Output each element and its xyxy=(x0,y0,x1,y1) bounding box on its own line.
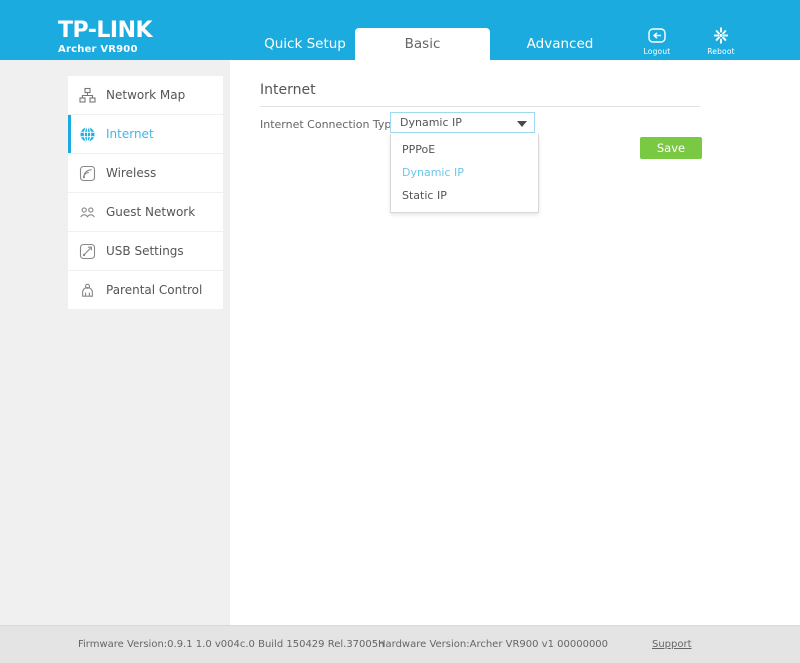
logout-icon xyxy=(636,26,678,46)
option-dynamic-ip[interactable]: Dynamic IP xyxy=(391,161,538,184)
connection-type-label: Internet Connection Type: xyxy=(260,118,402,131)
tab-basic[interactable]: Basic xyxy=(355,28,490,60)
brand-name: TP-LINK xyxy=(58,18,153,43)
sidebar-item-network-map[interactable]: Network Map xyxy=(68,76,223,114)
sidebar-item-wireless[interactable]: Wireless xyxy=(68,154,223,192)
sidebar-item-guest-network[interactable]: Guest Network xyxy=(68,193,223,231)
tab-advanced[interactable]: Advanced xyxy=(495,28,625,60)
chevron-down-icon xyxy=(517,120,527,127)
tab-quick-setup[interactable]: Quick Setup xyxy=(240,28,370,60)
connection-type-value: Dynamic IP xyxy=(400,116,462,129)
save-button[interactable]: Save xyxy=(640,137,702,159)
connection-type-dropdown-list: PPPoE Dynamic IP Static IP xyxy=(390,134,539,213)
option-static-ip[interactable]: Static IP xyxy=(391,184,538,207)
connection-type-select[interactable]: Dynamic IP xyxy=(390,112,535,133)
brand-logo: TP-LINK Archer VR900 xyxy=(58,20,208,57)
router-admin-page: TP-LINK Archer VR900 Quick Setup Basic A… xyxy=(0,0,800,663)
reboot-button[interactable]: Reboot xyxy=(700,26,742,56)
hardware-version: Hardware Version:Archer VR900 v1 0000000… xyxy=(378,639,609,650)
page-header: TP-LINK Archer VR900 Quick Setup Basic A… xyxy=(0,0,800,60)
page-title: Internet xyxy=(260,82,316,98)
sidebar-item-usb-settings[interactable]: USB Settings xyxy=(68,232,223,270)
header-actions: Logout Reboot xyxy=(636,26,742,56)
page-footer: Firmware Version:0.9.1 1.0 v004c.0 Build… xyxy=(0,625,800,663)
sidebar-item-parental-control[interactable]: Parental Control xyxy=(68,271,223,309)
sidebar-item-label: Guest Network xyxy=(106,205,196,219)
sidebar-item-label: USB Settings xyxy=(106,244,184,258)
parental-control-icon xyxy=(68,271,106,309)
sidebar-item-label: Parental Control xyxy=(106,283,203,297)
brand-model: Archer VR900 xyxy=(58,44,138,55)
sidebar: Network Map Internet Wireless Guest Netw… xyxy=(0,60,230,625)
wireless-signal-icon xyxy=(68,154,106,192)
guest-network-icon xyxy=(68,193,106,231)
sidebar-menu: Network Map Internet Wireless Guest Netw… xyxy=(68,76,223,310)
sidebar-item-internet[interactable]: Internet xyxy=(68,115,223,153)
sidebar-item-label: Internet xyxy=(106,127,154,141)
sidebar-item-label: Wireless xyxy=(106,166,157,180)
section-divider xyxy=(260,106,700,107)
logout-label: Logout xyxy=(643,47,671,56)
main-content: Internet Internet Connection Type: Dynam… xyxy=(230,60,800,625)
sidebar-item-label: Network Map xyxy=(106,88,186,102)
option-pppoe[interactable]: PPPoE xyxy=(391,138,538,161)
globe-icon xyxy=(68,115,106,153)
network-map-icon xyxy=(68,76,106,114)
connection-type-select-wrapper: Dynamic IP PPPoE Dynamic IP Static IP xyxy=(390,112,539,213)
logout-button[interactable]: Logout xyxy=(636,26,678,56)
usb-icon xyxy=(68,232,106,270)
firmware-version: Firmware Version:0.9.1 1.0 v004c.0 Build… xyxy=(78,639,385,650)
support-link[interactable]: Support xyxy=(652,639,692,650)
reboot-label: Reboot xyxy=(707,47,735,56)
reboot-icon xyxy=(700,26,742,46)
